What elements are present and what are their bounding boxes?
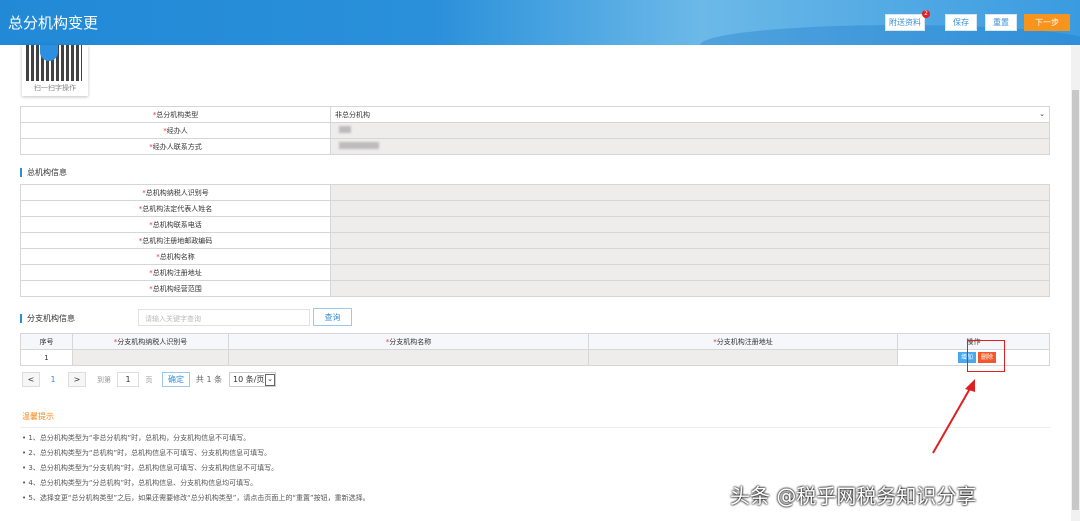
head-phone-field[interactable] [330,216,1050,233]
row-index: 1 [20,349,73,366]
chevron-down-icon: ⌄ [265,374,275,386]
label-head-scope: 总机构经营范围 [152,284,202,293]
save-button[interactable]: 保存 [945,14,977,31]
col-branch-name: *分支机构名称 [228,333,589,350]
attach-count-badge: 2 [922,10,930,18]
tip-item: • 5、选择变更“总分机构类型”之后，如果还需要修改“总分机构类型”，请点击页面… [22,494,370,502]
branch-table: 序号 *分支机构纳税人识别号 *分支机构名称 *分支机构注册地址 操作 1 增加… [20,333,1050,366]
label-handler: *经办人 [20,122,331,139]
label-head-address: 总机构注册地址 [152,268,202,277]
head-office-table: *总机构纳税人识别号 *总机构法定代表人姓名 *总机构联系电话 *总机构注册地邮… [20,184,1050,297]
tips-title: 温馨提示 [22,412,54,421]
tip-item: • 2、总分机构类型为“总机构”时，总机构信息不可填写、分支机构信息可填写。 [22,449,272,457]
org-type-select[interactable]: 非总分机构 ⌄ [330,106,1050,123]
head-legal-rep-field[interactable] [330,200,1050,217]
table-row: 1 增加 删除 [20,349,1050,366]
label-head-phone: 总机构联系电话 [152,220,202,229]
page-size-select[interactable]: 10 条/页 ⌄ [229,372,276,387]
scrollbar-thumb[interactable] [1072,90,1079,510]
head-address-field[interactable] [330,264,1050,281]
tip-item: • 4、总分机构类型为“分总机构”时，总机构信息、分支机构信息均可填写。 [22,479,258,487]
prev-page-button[interactable]: < [22,372,40,387]
label-org-type: *总分机构类型 [20,106,331,123]
label-head-postcode: 总机构注册地邮政编码 [142,236,213,245]
head-office-section-title: 总机构信息 [20,168,67,177]
head-name-field[interactable] [330,248,1050,265]
goto-label: 到第 [97,375,111,384]
goto-confirm-button[interactable]: 确定 [162,372,190,387]
total-count: 共 1 条 [195,375,223,384]
reset-button[interactable]: 重置 [985,14,1017,31]
next-step-button[interactable]: 下一步 [1024,14,1070,31]
head-scope-field[interactable] [330,280,1050,297]
qr-code-card: 扫一扫字操作 [22,45,88,96]
page-1-link[interactable]: 1 [44,372,62,387]
next-page-button[interactable]: > [68,372,86,387]
branch-name-cell[interactable] [228,349,589,366]
page-number-input[interactable]: 1 [117,372,139,387]
branch-address-cell[interactable] [588,349,898,366]
divider [20,427,1050,428]
col-branch-taxid: *分支机构纳税人识别号 [72,333,229,350]
tip-item: • 3、总分机构类型为“分支机构”时，总机构信息可填写、分支机构信息不可填写。 [22,464,279,472]
label-head-taxid: 总机构纳税人识别号 [145,188,209,197]
chevron-down-icon: ⌄ [1039,110,1045,118]
branch-search-input[interactable]: 请输入关键字查询 [138,309,310,326]
head-taxid-field[interactable] [330,184,1050,201]
page-title: 总分机构变更 [8,14,99,32]
query-button[interactable]: 查询 [313,308,352,326]
page-unit-label: 页 [145,375,153,384]
basic-info-table: *总分机构类型 非总分机构 ⌄ *经办人 *经办人联系方式 [20,106,1050,155]
col-index: 序号 [20,333,73,350]
branch-section-title: 分支机构信息 [20,314,75,323]
watermark: 头条 @税乎网税务知识分享 [730,484,977,508]
handler-contact-field[interactable] [330,138,1050,155]
attach-materials-button[interactable]: 附送资料 [885,14,925,31]
red-arrow-annotation [932,379,975,454]
label-handler-contact: *经办人联系方式 [20,138,331,155]
label-head-legal-rep: 总机构法定代表人姓名 [142,204,213,213]
col-branch-address: *分支机构注册地址 [588,333,898,350]
label-head-name: 总机构名称 [159,252,195,261]
highlight-box [967,340,1005,372]
head-postcode-field[interactable] [330,232,1050,249]
handler-field[interactable] [330,122,1050,139]
branch-taxid-cell[interactable] [72,349,229,366]
qr-caption: 扫一扫字操作 [34,84,76,92]
tip-item: • 1、总分机构类型为“非总分机构”时，总机构，分支机构信息不可填写。 [22,434,251,442]
